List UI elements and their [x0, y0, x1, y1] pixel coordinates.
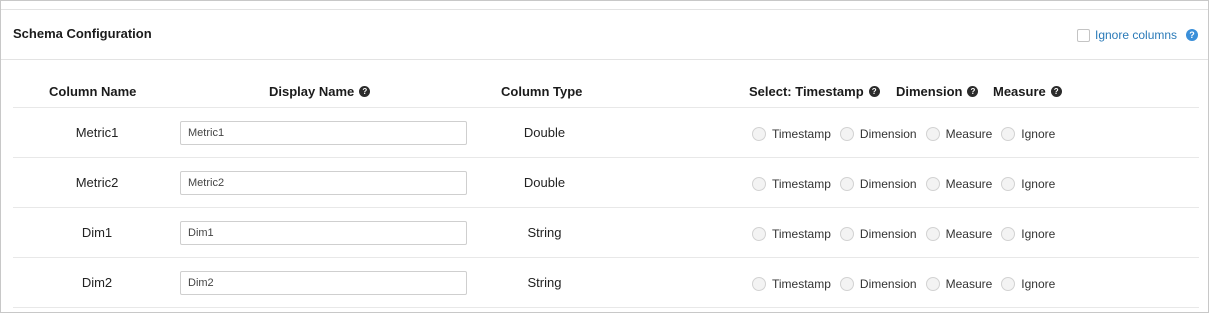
radio-option-timestamp[interactable]: Timestamp: [752, 127, 831, 141]
column-type-cell: String: [527, 225, 562, 240]
display-name-input[interactable]: [180, 221, 467, 245]
header-dimension: Dimension ?: [896, 84, 979, 99]
schema-config-panel: Schema Configuration Ignore columns ? Co…: [0, 0, 1209, 313]
dimension-help-icon[interactable]: ?: [967, 86, 979, 97]
header-column-type-label: Column Type: [501, 84, 583, 99]
radio-option-ignore[interactable]: Ignore: [1001, 127, 1055, 141]
radio-label[interactable]: Dimension: [860, 127, 917, 141]
radio-option-ignore[interactable]: Ignore: [1001, 277, 1055, 291]
radio-option-dimension[interactable]: Dimension: [839, 177, 917, 191]
radio-button[interactable]: [752, 127, 766, 141]
column-role-radio-group: Timestamp Dimension Measure Ignore: [752, 177, 1064, 191]
radio-label[interactable]: Timestamp: [772, 277, 831, 291]
radio-option-ignore[interactable]: Ignore: [1001, 177, 1055, 191]
radio-label[interactable]: Timestamp: [772, 177, 831, 191]
header-display-name-label: Display Name: [269, 84, 355, 99]
radio-label[interactable]: Ignore: [1021, 227, 1055, 241]
panel-title: Schema Configuration: [13, 26, 152, 41]
column-role-radio-group: Timestamp Dimension Measure Ignore: [752, 127, 1064, 141]
radio-button[interactable]: [1001, 227, 1016, 241]
radio-option-ignore[interactable]: Ignore: [1001, 227, 1055, 241]
radio-option-measure[interactable]: Measure: [925, 277, 993, 291]
radio-button[interactable]: [925, 227, 940, 241]
header-measure-label: Measure: [993, 84, 1046, 99]
table-row: Dim2 String Timestamp Dimension Measure Ignor…: [13, 258, 1199, 308]
display-name-input[interactable]: [180, 271, 467, 295]
ignore-columns-help-icon[interactable]: ?: [1186, 29, 1198, 41]
header-column-name-label: Column Name: [49, 84, 137, 99]
column-type-cell: Double: [523, 125, 566, 140]
radio-option-timestamp[interactable]: Timestamp: [752, 227, 831, 241]
header-column-type: Column Type: [501, 84, 582, 99]
radio-button[interactable]: [752, 277, 766, 291]
radio-button[interactable]: [925, 127, 940, 141]
top-strip: [1, 1, 1208, 10]
radio-button[interactable]: [1001, 177, 1016, 191]
ignore-columns-label[interactable]: Ignore columns: [1095, 28, 1177, 42]
radio-option-measure[interactable]: Measure: [925, 177, 993, 191]
radio-label[interactable]: Measure: [946, 127, 993, 141]
radio-option-timestamp[interactable]: Timestamp: [752, 177, 831, 191]
header-dimension-label: Dimension: [896, 84, 963, 99]
radio-button[interactable]: [839, 277, 854, 291]
radio-option-dimension[interactable]: Dimension: [839, 227, 917, 241]
radio-label[interactable]: Measure: [946, 177, 993, 191]
radio-label[interactable]: Timestamp: [772, 227, 831, 241]
column-name-cell: Metric2: [75, 175, 119, 190]
radio-button[interactable]: [839, 227, 854, 241]
radio-option-dimension[interactable]: Dimension: [839, 127, 917, 141]
radio-button[interactable]: [925, 277, 940, 291]
column-name-cell: Metric1: [75, 125, 119, 140]
column-role-radio-group: Timestamp Dimension Measure Ignore: [752, 227, 1064, 241]
header-select-timestamp: Select: Timestamp ?: [749, 84, 880, 99]
table-header-row: Column Name Display Name ? Column Type S…: [13, 60, 1199, 108]
column-type-cell: String: [527, 275, 562, 290]
radio-label[interactable]: Dimension: [860, 277, 917, 291]
radio-button[interactable]: [839, 127, 854, 141]
table-row: Metric1 Double Timestamp Dimension Measure Ig…: [13, 108, 1199, 158]
radio-button[interactable]: [925, 177, 940, 191]
radio-option-dimension[interactable]: Dimension: [839, 277, 917, 291]
display-name-input[interactable]: [180, 121, 467, 145]
header-display-name: Display Name ?: [269, 84, 371, 99]
timestamp-help-icon[interactable]: ?: [868, 86, 880, 97]
column-name-cell: Dim2: [81, 275, 113, 290]
column-name-cell: Dim1: [81, 225, 113, 240]
radio-label[interactable]: Dimension: [860, 227, 917, 241]
ignore-columns-toggle[interactable]: Ignore columns: [1077, 28, 1177, 42]
radio-label[interactable]: Timestamp: [772, 127, 831, 141]
ignore-columns-checkbox[interactable]: [1077, 28, 1090, 42]
display-name-input[interactable]: [180, 171, 467, 195]
radio-label[interactable]: Dimension: [860, 177, 917, 191]
radio-label[interactable]: Measure: [946, 277, 993, 291]
radio-label[interactable]: Measure: [946, 227, 993, 241]
table-row: Dim1 String Timestamp Dimension Measure Ignor…: [13, 208, 1199, 258]
table-row: Metric2 Double Timestamp Dimension Measure Ig…: [13, 158, 1199, 208]
radio-option-timestamp[interactable]: Timestamp: [752, 277, 831, 291]
radio-button[interactable]: [839, 177, 854, 191]
display-name-help-icon[interactable]: ?: [359, 86, 371, 97]
radio-button[interactable]: [1001, 277, 1016, 291]
radio-option-measure[interactable]: Measure: [925, 127, 993, 141]
radio-button[interactable]: [752, 227, 766, 241]
measure-help-icon[interactable]: ?: [1050, 86, 1062, 97]
radio-label[interactable]: Ignore: [1021, 127, 1055, 141]
radio-option-measure[interactable]: Measure: [925, 227, 993, 241]
header-measure: Measure ?: [993, 84, 1062, 99]
column-role-radio-group: Timestamp Dimension Measure Ignore: [752, 277, 1064, 291]
column-type-cell: Double: [523, 175, 566, 190]
panel-header: Schema Configuration Ignore columns: [1, 10, 1208, 60]
radio-label[interactable]: Ignore: [1021, 277, 1055, 291]
radio-label[interactable]: Ignore: [1021, 177, 1055, 191]
header-column-name: Column Name: [49, 84, 136, 99]
header-select-timestamp-label: Select: Timestamp: [749, 84, 864, 99]
radio-button[interactable]: [752, 177, 766, 191]
radio-button[interactable]: [1001, 127, 1016, 141]
